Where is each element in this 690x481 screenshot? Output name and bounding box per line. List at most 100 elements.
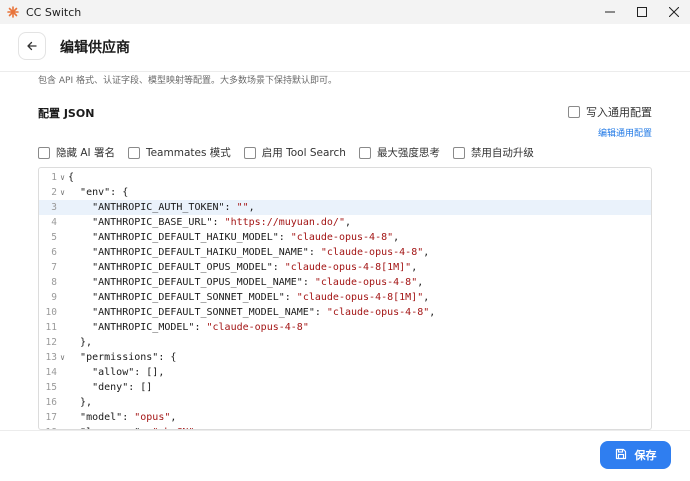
code-line[interactable]: 14 "allow": [], <box>39 365 651 380</box>
json-key: "ANTHROPIC_DEFAULT_HAIKU_MODEL" <box>92 232 279 243</box>
line-number: 9 <box>51 292 57 303</box>
code-text: "model": "opus", <box>68 410 176 425</box>
json-punctuation: , <box>423 292 430 303</box>
option-label: 隐藏 AI 署名 <box>56 147 115 159</box>
line-number: 10 <box>45 307 57 318</box>
json-punctuation: : <box>278 232 291 243</box>
code-line[interactable]: 5 "ANTHROPIC_DEFAULT_HAIKU_MODEL": "clau… <box>39 230 651 245</box>
json-string: "claude-opus-4-8[1M]" <box>296 292 424 303</box>
json-string: "opus" <box>134 412 171 423</box>
line-number: 5 <box>51 232 57 243</box>
option-checkbox[interactable] <box>38 146 50 159</box>
close-icon[interactable] <box>658 0 690 24</box>
json-key: "ANTHROPIC_MODEL" <box>92 322 195 333</box>
code-line[interactable]: 13 ∨ "permissions": { <box>39 350 651 365</box>
json-punctuation: , <box>411 262 418 273</box>
code-line[interactable]: 11 "ANTHROPIC_MODEL": "claude-opus-4-8" <box>39 320 651 335</box>
edit-common-config-link[interactable]: 编辑通用配置 <box>598 126 652 139</box>
json-punctuation: : <box>194 322 207 333</box>
code-line[interactable]: 10 "ANTHROPIC_DEFAULT_SONNET_MODEL_NAME"… <box>39 305 651 320</box>
code-line[interactable]: 16 }, <box>39 395 651 410</box>
line-number: 12 <box>45 337 57 348</box>
option-enable-tool-search[interactable]: 启用 Tool Search <box>243 145 346 160</box>
option-label: Teammates 模式 <box>145 147 231 159</box>
option-max-thinking[interactable]: 最大强度思考 <box>358 145 440 160</box>
json-punctuation: , <box>344 217 352 228</box>
back-button[interactable] <box>18 32 46 60</box>
write-common-label: 写入通用配置 <box>586 106 652 119</box>
fold-chevron-icon[interactable]: ∨ <box>57 185 68 200</box>
code-text: "ANTHROPIC_BASE_URL": "https://muyuan.do… <box>68 215 351 230</box>
json-punctuation: : [] <box>128 382 153 393</box>
code-line[interactable]: 12 }, <box>39 335 651 350</box>
option-checkbox[interactable] <box>358 146 371 159</box>
fold-chevron-icon[interactable]: ∨ <box>57 170 68 185</box>
page-header: 编辑供应商 <box>0 24 690 72</box>
code-line[interactable]: 17 "model": "opus", <box>39 410 651 425</box>
header-divider <box>0 71 690 72</box>
write-common-config-toggle[interactable]: 写入通用配置 <box>568 104 652 120</box>
json-punctuation: : { <box>110 187 129 198</box>
json-punctuation <box>68 307 92 318</box>
json-punctuation <box>68 277 92 288</box>
json-punctuation <box>68 412 80 423</box>
line-number: 1 <box>51 172 57 183</box>
code-line[interactable]: 7 "ANTHROPIC_DEFAULT_OPUS_MODEL": "claud… <box>39 260 651 275</box>
json-key: "env" <box>80 187 111 198</box>
app-surface: 编辑供应商 包含 API 格式、认证字段、模型映射等配置。大多数场景下保持默认即… <box>0 24 690 481</box>
json-key: "ANTHROPIC_BASE_URL" <box>92 217 213 228</box>
code-text: }, <box>68 395 92 410</box>
json-punctuation: , <box>170 412 177 423</box>
save-button[interactable]: 保存 <box>600 441 671 469</box>
maximize-icon[interactable] <box>626 0 658 24</box>
code-text: "ANTHROPIC_DEFAULT_SONNET_MODEL": "claud… <box>68 290 429 305</box>
option-hide-ai-signature[interactable]: 隐藏 AI 署名 <box>38 145 115 160</box>
option-checkbox[interactable] <box>243 146 256 159</box>
option-checkbox[interactable] <box>127 146 140 159</box>
json-string: "claude-opus-4-8" <box>206 322 309 333</box>
code-text: "ANTHROPIC_MODEL": "claude-opus-4-8" <box>68 320 309 335</box>
json-punctuation: }, <box>68 337 93 348</box>
json-punctuation: }, <box>68 397 93 408</box>
code-line[interactable]: 4 "ANTHROPIC_BASE_URL": "https://muyuan.… <box>39 215 651 230</box>
line-number: 6 <box>51 247 57 258</box>
json-key: "model" <box>80 412 123 423</box>
option-teammates-mode[interactable]: Teammates 模式 <box>127 145 231 160</box>
code-line[interactable]: 2 ∨ "env": { <box>39 185 651 200</box>
option-checkbox[interactable] <box>452 146 465 159</box>
code-line[interactable]: 6 "ANTHROPIC_DEFAULT_HAIKU_MODEL_NAME": … <box>39 245 651 260</box>
code-line[interactable]: 8 "ANTHROPIC_DEFAULT_OPUS_MODEL_NAME": "… <box>39 275 651 290</box>
json-editor[interactable]: 1 ∨{2 ∨ "env": {3 "ANTHROPIC_AUTH_TOKEN": … <box>38 167 652 430</box>
code-line[interactable]: 9 "ANTHROPIC_DEFAULT_SONNET_MODEL": "cla… <box>39 290 651 305</box>
code-line[interactable]: 3 "ANTHROPIC_AUTH_TOKEN": "", <box>39 200 651 215</box>
line-number: 14 <box>45 367 57 378</box>
code-text: "deny": [] <box>68 380 152 395</box>
code-line[interactable]: 15 "deny": [] <box>39 380 651 395</box>
option-disable-auto-update[interactable]: 禁用自动升级 <box>452 145 534 160</box>
line-number: 13 <box>45 352 57 363</box>
code-text: "ANTHROPIC_DEFAULT_SONNET_MODEL_NAME": "… <box>68 305 435 320</box>
json-string: "claude-opus-4-8" <box>320 247 424 258</box>
config-options: 隐藏 AI 署名 Teammates 模式 启用 Tool Search 最大强… <box>38 145 547 160</box>
json-key: "ANTHROPIC_DEFAULT_SONNET_MODEL_NAME" <box>92 307 315 318</box>
config-json-title: 配置 JSON <box>38 107 95 120</box>
json-key: "ANTHROPIC_DEFAULT_OPUS_MODEL_NAME" <box>92 277 303 288</box>
fold-chevron-icon[interactable]: ∨ <box>57 350 68 365</box>
code-text: "allow": [], <box>68 365 164 380</box>
json-punctuation <box>68 217 92 228</box>
json-key: "allow" <box>92 367 135 378</box>
write-common-checkbox[interactable] <box>568 106 580 118</box>
minimize-icon[interactable] <box>594 0 626 24</box>
json-punctuation <box>68 367 92 378</box>
code-text: "ANTHROPIC_DEFAULT_HAIKU_MODEL": "claude… <box>68 230 399 245</box>
code-line[interactable]: 1 ∨{ <box>39 170 651 185</box>
line-number: 2 <box>51 187 57 198</box>
json-punctuation: : [], <box>134 367 165 378</box>
